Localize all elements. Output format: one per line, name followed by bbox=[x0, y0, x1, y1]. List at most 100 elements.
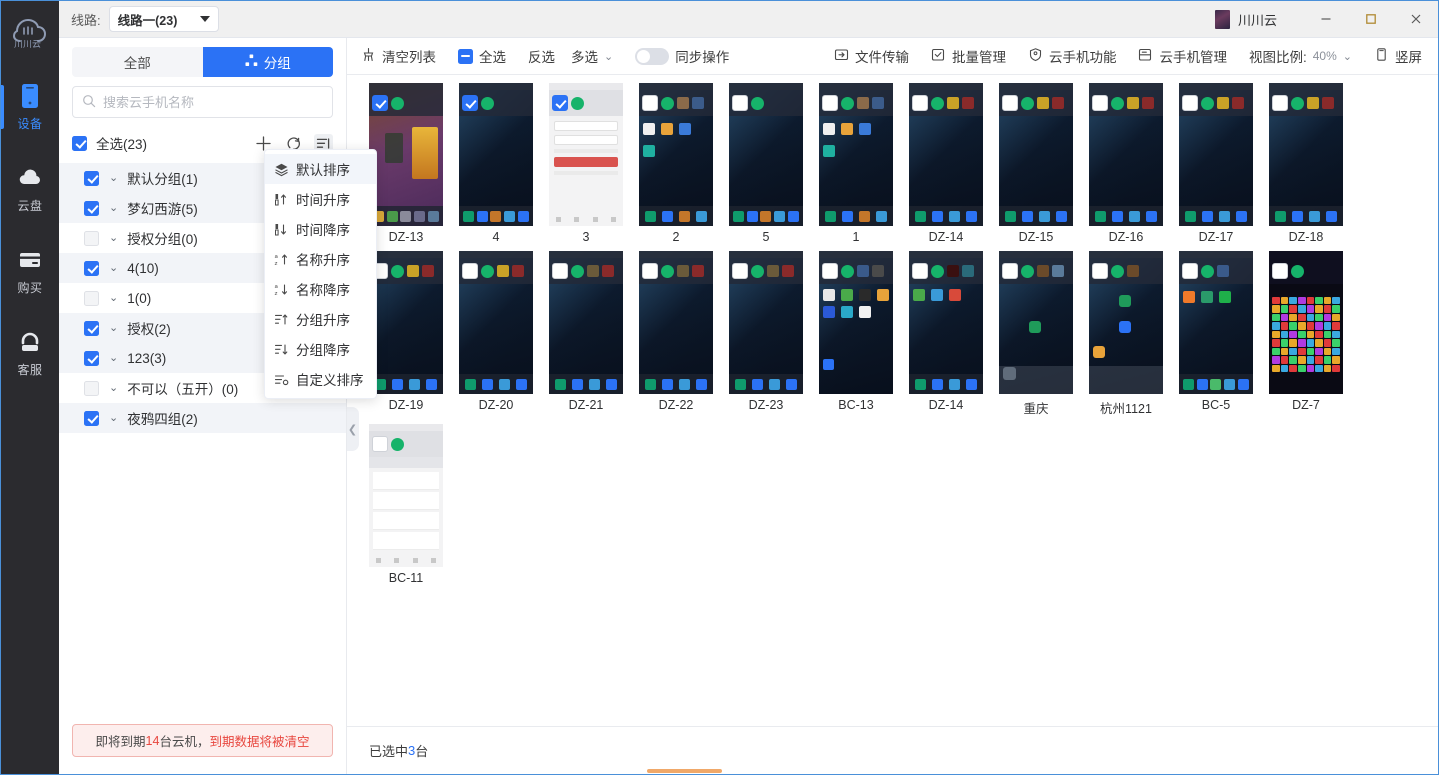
device-checkbox[interactable] bbox=[1272, 95, 1288, 111]
group-checkbox[interactable] bbox=[84, 411, 99, 426]
chevron-down-icon[interactable]: ⌄ bbox=[109, 173, 118, 184]
device-checkbox[interactable] bbox=[912, 263, 928, 279]
group-row-8[interactable]: ⌄ 夜鸦四组(2) bbox=[59, 403, 346, 433]
expiry-notice[interactable]: 即将到期14台云机，到期数据将被清空 bbox=[72, 724, 333, 757]
sidebar-item-purchase[interactable]: 购买 bbox=[1, 235, 59, 307]
device-thumbnail[interactable] bbox=[909, 83, 983, 226]
phone-manage-button[interactable]: 云手机管理 bbox=[1138, 46, 1227, 66]
group-checkbox[interactable] bbox=[84, 261, 99, 276]
device-card[interactable]: DZ-16 bbox=[1081, 83, 1171, 244]
device-checkbox[interactable] bbox=[1002, 263, 1018, 279]
chevron-down-icon[interactable]: ⌄ bbox=[109, 203, 118, 214]
chevron-down-icon[interactable]: ⌄ bbox=[109, 293, 118, 304]
minimize-button[interactable] bbox=[1303, 1, 1348, 38]
device-card[interactable]: DZ-14 bbox=[901, 83, 991, 244]
device-card[interactable]: 3 bbox=[541, 83, 631, 244]
device-checkbox[interactable] bbox=[552, 95, 568, 111]
multi-select-button[interactable]: 多选 ⌄ bbox=[571, 46, 613, 66]
chevron-down-icon[interactable]: ⌄ bbox=[109, 263, 118, 274]
device-checkbox[interactable] bbox=[642, 95, 658, 111]
device-checkbox[interactable] bbox=[1002, 95, 1018, 111]
panel-collapse-handle[interactable]: ❮ bbox=[347, 407, 359, 451]
chevron-down-icon[interactable]: ⌄ bbox=[109, 353, 118, 364]
device-checkbox[interactable] bbox=[1272, 263, 1288, 279]
device-thumbnail[interactable] bbox=[1269, 83, 1343, 226]
device-thumbnail[interactable] bbox=[459, 251, 533, 394]
device-card[interactable]: DZ-23 bbox=[721, 251, 811, 417]
group-checkbox[interactable] bbox=[84, 201, 99, 216]
device-card[interactable]: DZ-15 bbox=[991, 83, 1081, 244]
device-card[interactable]: DZ-21 bbox=[541, 251, 631, 417]
device-card[interactable]: DZ-7 bbox=[1261, 251, 1351, 417]
sidebar-item-cloud-disk[interactable]: 云盘 bbox=[1, 153, 59, 225]
device-card[interactable]: 4 bbox=[451, 83, 541, 244]
view-ratio-select[interactable]: 视图比例: 40% ⌄ bbox=[1249, 46, 1352, 66]
group-checkbox[interactable] bbox=[84, 351, 99, 366]
sort-menu-item-time-asc[interactable]: 时间升序 bbox=[265, 184, 376, 214]
group-checkbox[interactable] bbox=[84, 321, 99, 336]
device-thumbnail[interactable] bbox=[639, 251, 713, 394]
select-all-checkbox[interactable] bbox=[72, 136, 87, 151]
search-input[interactable] bbox=[103, 95, 323, 110]
device-thumbnail[interactable] bbox=[999, 83, 1073, 226]
chevron-down-icon[interactable]: ⌄ bbox=[109, 233, 118, 244]
device-thumbnail[interactable] bbox=[1089, 251, 1163, 394]
device-thumbnail[interactable] bbox=[459, 83, 533, 226]
device-thumbnail[interactable] bbox=[819, 251, 893, 394]
sidebar-item-support[interactable]: 客服 bbox=[1, 317, 59, 389]
group-checkbox[interactable] bbox=[84, 231, 99, 246]
device-checkbox[interactable] bbox=[1092, 95, 1108, 111]
search-box[interactable] bbox=[72, 86, 333, 118]
maximize-button[interactable] bbox=[1348, 1, 1393, 38]
device-checkbox[interactable] bbox=[372, 95, 388, 111]
sort-menu-item-time-desc[interactable]: 时间降序 bbox=[265, 214, 376, 244]
device-card[interactable]: DZ-17 bbox=[1171, 83, 1261, 244]
device-thumbnail[interactable] bbox=[639, 83, 713, 226]
sort-menu-item-group-asc[interactable]: 分组升序 bbox=[265, 304, 376, 334]
invert-select-button[interactable]: 反选 bbox=[528, 46, 555, 66]
device-thumbnail[interactable] bbox=[819, 83, 893, 226]
device-checkbox[interactable] bbox=[822, 263, 838, 279]
device-checkbox[interactable] bbox=[552, 263, 568, 279]
device-thumbnail[interactable] bbox=[369, 83, 443, 226]
close-button[interactable] bbox=[1393, 1, 1438, 38]
select-all-toolbar-button[interactable]: 全选 bbox=[458, 46, 506, 66]
device-thumbnail[interactable] bbox=[729, 83, 803, 226]
device-card[interactable]: DZ-20 bbox=[451, 251, 541, 417]
chevron-down-icon[interactable]: ⌄ bbox=[109, 413, 118, 424]
device-card[interactable]: DZ-14 bbox=[901, 251, 991, 417]
device-thumbnail[interactable] bbox=[1269, 251, 1343, 394]
group-checkbox[interactable] bbox=[84, 291, 99, 306]
device-card[interactable]: DZ-18 bbox=[1261, 83, 1351, 244]
toggle-switch[interactable] bbox=[635, 48, 669, 65]
sort-menu-item-name-desc[interactable]: az 名称降序 bbox=[265, 274, 376, 304]
sync-operation-toggle[interactable]: 同步操作 bbox=[635, 46, 729, 66]
device-thumbnail[interactable] bbox=[1089, 83, 1163, 226]
orientation-button[interactable]: 竖屏 bbox=[1374, 46, 1422, 66]
group-checkbox[interactable] bbox=[84, 171, 99, 186]
device-card[interactable]: BC-13 bbox=[811, 251, 901, 417]
batch-manage-button[interactable]: 批量管理 bbox=[931, 46, 1006, 66]
device-checkbox[interactable] bbox=[732, 95, 748, 111]
sidebar-item-device[interactable]: 设备 bbox=[1, 71, 59, 143]
scrollbar-thumb[interactable] bbox=[647, 769, 722, 773]
device-checkbox[interactable] bbox=[732, 263, 748, 279]
device-card[interactable]: 杭州1121 bbox=[1081, 251, 1171, 417]
device-card[interactable]: BC-5 bbox=[1171, 251, 1261, 417]
sort-menu-item-default[interactable]: 默认排序 bbox=[265, 154, 376, 184]
device-thumbnail[interactable] bbox=[549, 251, 623, 394]
phone-function-button[interactable]: 云手机功能 bbox=[1028, 46, 1117, 66]
device-card[interactable]: DZ-22 bbox=[631, 251, 721, 417]
tab-all[interactable]: 全部 bbox=[72, 47, 203, 77]
device-thumbnail[interactable] bbox=[999, 251, 1073, 394]
route-select[interactable]: 线路一(23) bbox=[109, 6, 219, 32]
tab-group[interactable]: 分组 bbox=[203, 47, 334, 77]
device-checkbox[interactable] bbox=[1182, 95, 1198, 111]
horizontal-scrollbar[interactable] bbox=[347, 769, 1438, 774]
sort-menu-item-group-desc[interactable]: 分组降序 bbox=[265, 334, 376, 364]
device-thumbnail[interactable] bbox=[729, 251, 803, 394]
device-checkbox[interactable] bbox=[462, 95, 478, 111]
device-checkbox[interactable] bbox=[642, 263, 658, 279]
file-transfer-button[interactable]: 文件传输 bbox=[834, 46, 909, 66]
device-card[interactable]: 重庆 bbox=[991, 251, 1081, 417]
